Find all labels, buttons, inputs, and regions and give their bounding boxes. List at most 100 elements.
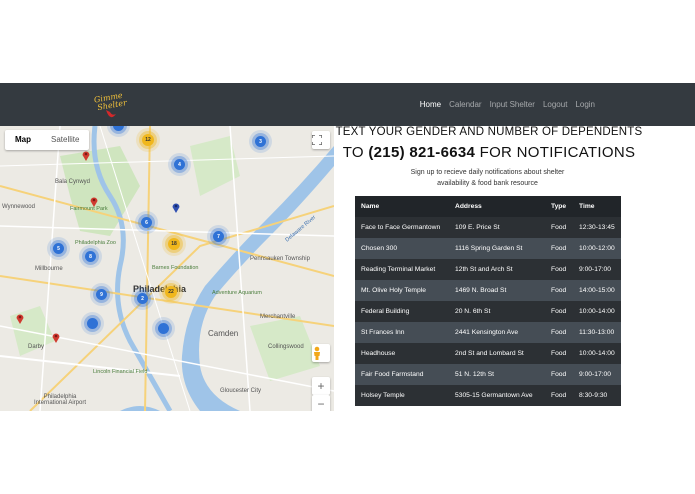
cell-type: Food [545,385,573,406]
cell-address: 2441 Kensington Ave [449,322,545,343]
cell-address: 12th St and Arch St [449,259,545,280]
pin-icon[interactable] [52,332,60,343]
table-row: Federal Building 20 N. 6th St Food 10:00… [355,301,621,322]
nav-logout[interactable]: Logout [539,100,571,109]
table-row: Mt. Olive Holy Temple 1469 N. Broad St F… [355,280,621,301]
cell-time: 9:00-17:00 [573,364,621,385]
map-type-map-button[interactable]: Map [5,130,41,150]
label-collingswood: Collingswood [268,344,304,350]
brand-logo[interactable]: Gimme Shelter [92,86,129,122]
cell-name: Mt. Olive Holy Temple [355,280,449,301]
label-camden: Camden [208,329,239,338]
marker-cluster[interactable]: 3 [255,136,266,147]
headline-suffix: FOR NOTIFICATIONS [475,144,636,161]
cell-name: Face to Face Germantown [355,217,449,238]
cell-address: 20 N. 6th St [449,301,545,322]
label-barnes-foundation: Barnes Foundation [152,265,199,271]
table-row: Reading Terminal Market 12th St and Arch… [355,259,621,280]
cell-time: 10:00-12:00 [573,238,621,259]
map-type-toggle: Map Satellite [5,130,90,150]
marker-cluster[interactable]: 6 [141,217,152,228]
label-philadelphia-zoo: Philadelphia Zoo [75,240,116,246]
phone-number: (215) 821-6634 [368,144,476,161]
marker-cluster[interactable]: 18 [168,238,180,250]
label-pennsauken: Pennsauken Township [250,256,310,262]
label-bala-cynwyd: Bala Cynwyd [55,179,91,185]
cell-name: Headhouse [355,343,449,364]
zoom-out-button[interactable]: − [312,395,330,411]
label-airport: Philadelphia International Airport [33,394,87,406]
headline-line2: TO (215) 821-6634 FOR NOTIFICATIONS [334,144,644,161]
column-header-address: Address [449,196,545,217]
page: Gimme Shelter Home Calendar Input Shelte… [0,0,695,494]
label-gloucester-city: Gloucester City [220,388,262,394]
nav-calendar[interactable]: Calendar [445,100,485,109]
cell-name: Federal Building [355,301,449,322]
table-row: Fair Food Farmstand 51 N. 12th St Food 9… [355,364,621,385]
marker-cluster[interactable]: 4 [174,159,185,170]
pin-icon[interactable] [16,313,24,324]
cell-time: 9:00-17:00 [573,259,621,280]
label-millbourne: Millbourne [35,266,63,272]
cell-name: St Frances Inn [355,322,449,343]
cell-address: 1469 N. Broad St [449,280,545,301]
headline-line1: TEXT YOUR GENDER AND NUMBER OF DEPENDENT… [335,126,643,138]
cell-time: 12:30-13:45 [573,217,621,238]
marker-cluster[interactable]: 22 [165,286,177,298]
cell-type: Food [545,301,573,322]
marker-cluster[interactable]: 8 [85,251,96,262]
pin-icon[interactable] [90,196,98,207]
label-adventure-aquarium: Adventure Aquarium [212,290,262,296]
cell-address: 51 N. 12th St [449,364,545,385]
cell-time: 10:00-14:00 [573,343,621,364]
cell-address: 5305-15 Germantown Ave [449,385,545,406]
column-header-type: Type [545,196,573,217]
pegman-icon [314,346,320,360]
marker-cluster[interactable]: 2 [137,293,148,304]
cell-name: Reading Terminal Market [355,259,449,280]
cell-type: Food [545,238,573,259]
marker-cluster[interactable]: 12 [142,134,154,146]
fullscreen-icon [312,135,322,145]
cell-type: Food [545,343,573,364]
table-row: Headhouse 2nd St and Lombard St Food 10:… [355,343,621,364]
cell-time: 11:30-13:00 [573,322,621,343]
cell-time: 8:30-9:30 [573,385,621,406]
marker-cluster[interactable] [158,323,169,334]
cell-type: Food [545,217,573,238]
fullscreen-button[interactable] [312,131,330,149]
nav-links: Home Calendar Input Shelter Logout Login [416,83,599,126]
cell-time: 14:00-15:00 [573,280,621,301]
cell-address: 109 E. Price St [449,217,545,238]
map-type-satellite-button[interactable]: Satellite [41,130,89,150]
marker-cluster[interactable]: 7 [213,231,224,242]
label-merchantville: Merchantville [260,314,296,320]
resources-table: Name Address Type Time Face to Face Germ… [355,196,621,406]
map[interactable]: Bala Cynwyd Wynnewood Fairmount Park Phi… [0,126,334,411]
marker-cluster[interactable] [87,318,98,329]
zoom-in-button[interactable]: + [312,377,330,395]
pin-icon[interactable] [82,150,90,161]
nav-login[interactable]: Login [571,100,599,109]
column-header-time: Time [573,196,621,217]
cell-name: Chosen 300 [355,238,449,259]
table-row: St Frances Inn 2441 Kensington Ave Food … [355,322,621,343]
street-view-pegman-button[interactable] [312,344,330,362]
label-fairmount-park: Fairmount Park [70,206,108,212]
table-header-row: Name Address Type Time [355,196,621,217]
marker-cluster[interactable]: 9 [96,289,107,300]
cell-name: Fair Food Farmstand [355,364,449,385]
pin-icon[interactable] [172,202,180,213]
headline-prefix: TO [342,144,369,161]
marker-cluster[interactable]: 5 [53,243,64,254]
label-wynnewood: Wynnewood [2,204,35,210]
cell-type: Food [545,364,573,385]
table-row: Chosen 300 1116 Spring Garden St Food 10… [355,238,621,259]
nav-input-shelter[interactable]: Input Shelter [486,100,539,109]
cell-address: 1116 Spring Garden St [449,238,545,259]
cell-type: Food [545,280,573,301]
table-row: Face to Face Germantown 109 E. Price St … [355,217,621,238]
nav-home[interactable]: Home [416,100,445,109]
navbar: Gimme Shelter Home Calendar Input Shelte… [0,83,695,126]
table-row: Holsey Temple 5305-15 Germantown Ave Foo… [355,385,621,406]
